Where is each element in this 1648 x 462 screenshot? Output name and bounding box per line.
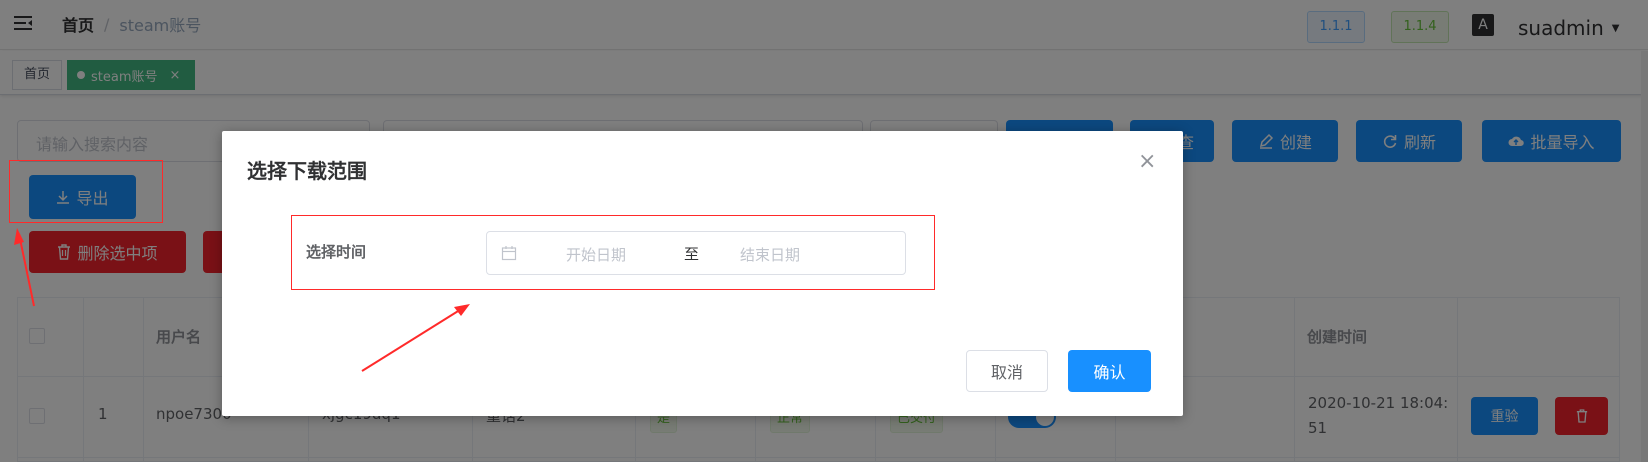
arrow-to-date-field xyxy=(361,304,470,372)
arrow-to-export xyxy=(14,228,35,307)
annotation-arrows xyxy=(14,228,470,372)
